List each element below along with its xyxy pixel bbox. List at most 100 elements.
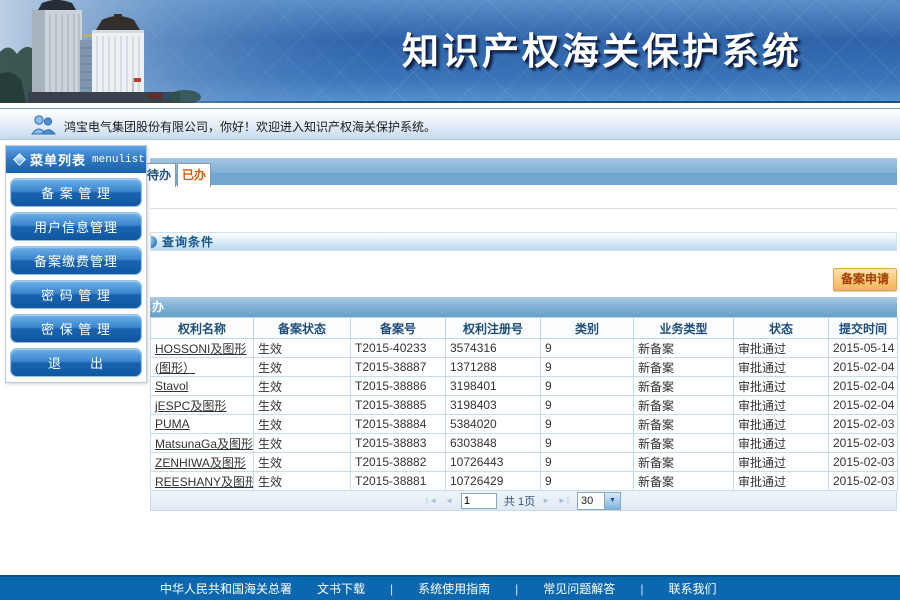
table-row: (图形）生效T2015-3888713712889新备案审批通过2015-02-…	[151, 358, 898, 377]
record-apply-button[interactable]: 备案申请	[833, 268, 897, 291]
page-size-select[interactable]: 30 ▼	[577, 492, 621, 510]
sidebar-item-beian-guanli[interactable]: 备 案 管 理	[10, 178, 142, 207]
cell-提交时间: 2015-02-04	[829, 396, 898, 415]
cell-备案号: T2015-38882	[351, 453, 446, 472]
cell-类别: 9	[541, 377, 634, 396]
cell-提交时间: 2015-02-03	[829, 472, 898, 491]
cell-备案状态: 生效	[254, 358, 351, 377]
right-name-link[interactable]: ZENHIWA及图形	[155, 456, 246, 470]
cell-备案号: T2015-38883	[351, 434, 446, 453]
cell-备案号: T2015-38887	[351, 358, 446, 377]
tab-done[interactable]: 已办	[177, 163, 211, 187]
sidebar-menu-panel: 菜单列表 menulist 备 案 管 理用户信息管理备案缴费管理密 码 管 理…	[5, 145, 147, 383]
column-header: 权利注册号	[446, 318, 541, 339]
cell-权利注册号: 1371288	[446, 358, 541, 377]
cell-权利注册号: 3198403	[446, 396, 541, 415]
cell-类别: 9	[541, 396, 634, 415]
cell-备案状态: 生效	[254, 415, 351, 434]
prev-page-icon[interactable]: ◄	[445, 496, 454, 505]
sidebar-item-list: 备 案 管 理用户信息管理备案缴费管理密 码 管 理密 保 管 理退 出	[6, 178, 146, 377]
cell-状态: 审批通过	[734, 453, 829, 472]
welcome-message: 鸿宝电气集团股份有限公司，你好！欢迎进入知识产权海关保护系统。	[64, 118, 436, 135]
right-name-link[interactable]: REESHANY及图形	[155, 475, 254, 489]
cell-权利名称: jESPC及图形	[151, 396, 254, 415]
table-row: ZENHIWA及图形生效T2015-38882107264439新备案审批通过2…	[151, 453, 898, 472]
chevron-down-icon: ▼	[604, 493, 620, 509]
right-name-link[interactable]: Stavol	[155, 379, 188, 393]
cell-权利名称: MatsunaGa及图形	[151, 434, 254, 453]
cell-提交时间: 2015-02-03	[829, 453, 898, 472]
footer-link-2[interactable]: 系统使用指南	[418, 580, 490, 597]
last-page-icon[interactable]: ►|	[558, 496, 570, 505]
right-name-link[interactable]: (图形）	[155, 361, 195, 375]
footer-separator: |	[515, 582, 518, 596]
right-name-link[interactable]: HOSSONI及图形	[155, 342, 246, 356]
diamond-icon	[13, 153, 26, 166]
cell-备案状态: 生效	[254, 472, 351, 491]
cell-业务类型: 新备案	[634, 396, 734, 415]
column-header: 备案号	[351, 318, 446, 339]
cell-状态: 审批通过	[734, 396, 829, 415]
column-header: 业务类型	[634, 318, 734, 339]
sidebar-item-mima-guanli[interactable]: 密 码 管 理	[10, 280, 142, 309]
column-header: 权利名称	[151, 318, 254, 339]
table-row: PUMA生效T2015-3888453840209新备案审批通过2015-02-…	[151, 415, 898, 434]
page-size-value: 30	[578, 493, 604, 509]
footer-link-0[interactable]: 中华人民共和国海关总署	[160, 580, 292, 597]
right-name-link[interactable]: MatsunaGa及图形	[155, 437, 253, 451]
sidebar-subtitle: menulist	[92, 154, 145, 166]
sidebar-header: 菜单列表 menulist	[6, 146, 146, 173]
right-name-link[interactable]: PUMA	[155, 417, 190, 431]
welcome-bar: 鸿宝电气集团股份有限公司，你好！欢迎进入知识产权海关保护系统。	[0, 108, 900, 140]
cell-备案状态: 生效	[254, 453, 351, 472]
next-page-icon[interactable]: ►	[542, 496, 551, 505]
cell-业务类型: 新备案	[634, 453, 734, 472]
first-page-icon[interactable]: |◄	[426, 496, 438, 505]
cell-备案号: T2015-38885	[351, 396, 446, 415]
grid-section-title: 已办	[150, 297, 165, 317]
cell-权利注册号: 5384020	[446, 415, 541, 434]
cell-业务类型: 新备案	[634, 434, 734, 453]
cell-权利注册号: 3574316	[446, 339, 541, 358]
page-number-input[interactable]	[461, 493, 497, 509]
sidebar-item-beian-jiaofei-guanli[interactable]: 备案缴费管理	[10, 246, 142, 275]
sidebar-item-mibao-guanli[interactable]: 密 保 管 理	[10, 314, 142, 343]
cell-业务类型: 新备案	[634, 415, 734, 434]
cell-权利名称: (图形）	[151, 358, 254, 377]
cell-状态: 审批通过	[734, 434, 829, 453]
cell-备案号: T2015-38881	[351, 472, 446, 491]
cell-类别: 9	[541, 415, 634, 434]
cell-权利注册号: 3198401	[446, 377, 541, 396]
right-name-link[interactable]: jESPC及图形	[155, 399, 226, 413]
grid-section-bar: 已办	[150, 297, 897, 317]
cell-备案号: T2015-40233	[351, 339, 446, 358]
users-icon	[30, 114, 57, 135]
table-row: Stavol生效T2015-3888631984019新备案审批通过2015-0…	[151, 377, 898, 396]
cell-备案状态: 生效	[254, 396, 351, 415]
cell-提交时间: 2015-02-04	[829, 377, 898, 396]
cell-类别: 9	[541, 434, 634, 453]
cell-备案状态: 生效	[254, 377, 351, 396]
cell-状态: 审批通过	[734, 377, 829, 396]
pagination-bar: |◄ ◄ 共 1页 ► ►| 30 ▼	[150, 491, 897, 511]
cell-提交时间: 2015-05-14	[829, 339, 898, 358]
tab-strip: 待办已办	[150, 158, 897, 185]
cell-业务类型: 新备案	[634, 377, 734, 396]
tab-todo[interactable]: 待办	[142, 163, 176, 187]
cell-备案号: T2015-38884	[351, 415, 446, 434]
table-header-row: 权利名称备案状态备案号权利注册号类别业务类型状态提交时间	[151, 318, 898, 339]
footer-link-4[interactable]: 联系我们	[668, 580, 716, 597]
cell-提交时间: 2015-02-04	[829, 358, 898, 377]
cell-业务类型: 新备案	[634, 339, 734, 358]
cell-类别: 9	[541, 339, 634, 358]
horizontal-divider	[150, 208, 897, 209]
cell-权利名称: PUMA	[151, 415, 254, 434]
sidebar-item-yonghu-xinxi-guanli[interactable]: 用户信息管理	[10, 212, 142, 241]
sidebar-item-tuichu[interactable]: 退 出	[10, 348, 142, 377]
cell-状态: 审批通过	[734, 358, 829, 377]
footer-link-3[interactable]: 常见问题解答	[543, 580, 615, 597]
footer-separator: |	[390, 582, 393, 596]
footer-link-1[interactable]: 文书下载	[317, 580, 365, 597]
column-header: 状态	[734, 318, 829, 339]
cell-权利注册号: 10726429	[446, 472, 541, 491]
